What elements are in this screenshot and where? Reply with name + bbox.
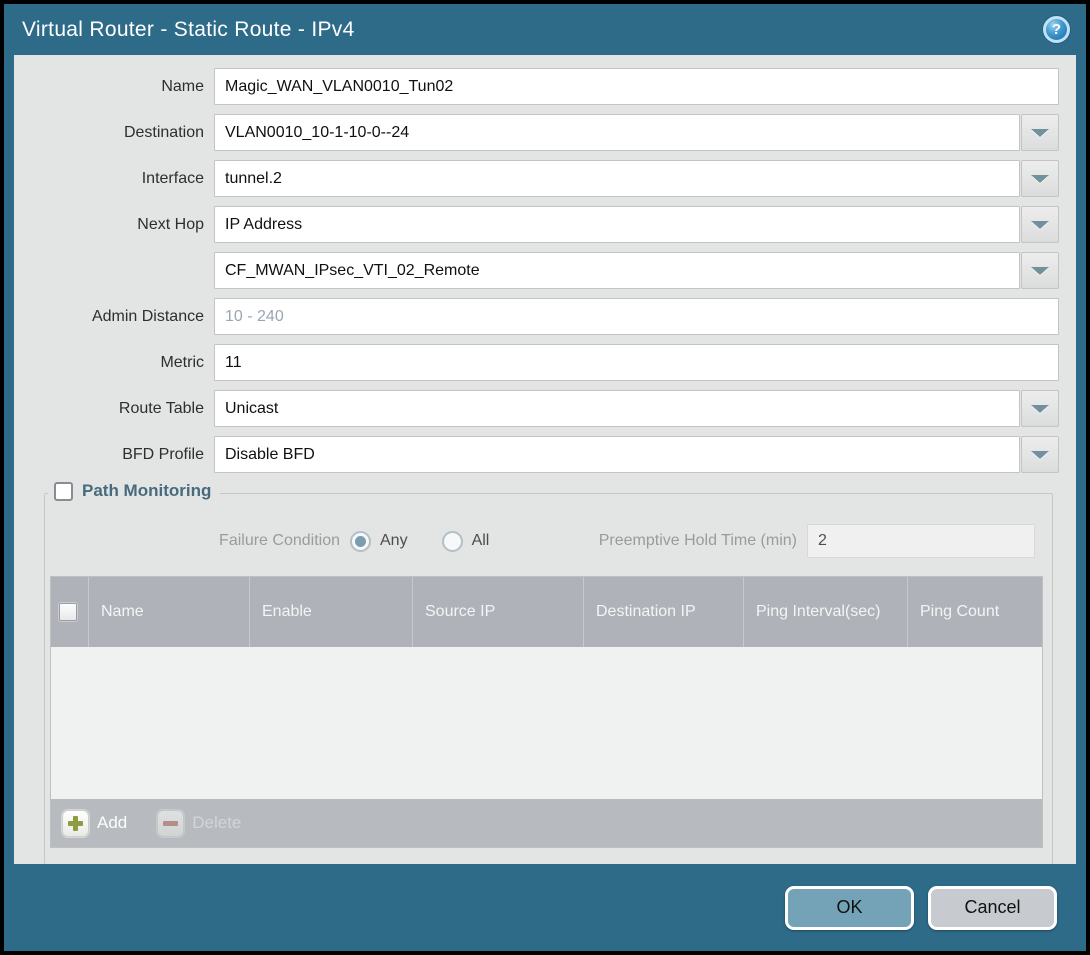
interface-label: Interface	[14, 160, 214, 197]
next-hop-address-dropdown-button[interactable]	[1021, 252, 1059, 289]
interface-row: Interface	[14, 160, 1059, 197]
admin-distance-row: Admin Distance	[14, 298, 1059, 335]
select-all-checkbox[interactable]	[59, 603, 77, 621]
table-header-row: Name Enable Source IP Destination IP Pin…	[51, 577, 1042, 647]
path-monitoring-table: Name Enable Source IP Destination IP Pin…	[50, 576, 1043, 848]
route-table-label: Route Table	[14, 390, 214, 427]
next-hop-label: Next Hop	[14, 206, 214, 243]
failure-condition-any-option[interactable]: Any	[350, 531, 408, 552]
plus-icon	[62, 810, 89, 837]
preemptive-hold-time-label: Preemptive Hold Time (min)	[565, 532, 807, 550]
chevron-down-icon	[1031, 129, 1049, 137]
name-label: Name	[14, 68, 214, 105]
add-button[interactable]: Add	[62, 810, 127, 837]
destination-dropdown-button[interactable]	[1021, 114, 1059, 151]
bfd-profile-row: BFD Profile	[14, 436, 1059, 473]
metric-row: Metric	[14, 344, 1059, 381]
failure-condition-all-option[interactable]: All	[442, 531, 490, 552]
path-monitoring-legend: Path Monitoring	[48, 481, 220, 501]
dialog-titlebar: Virtual Router - Static Route - IPv4 ?	[4, 4, 1086, 55]
name-input[interactable]	[214, 68, 1059, 105]
delete-button-label: Delete	[192, 813, 241, 833]
help-icon[interactable]: ?	[1043, 16, 1070, 43]
destination-row: Destination	[14, 114, 1059, 151]
table-body-empty	[51, 647, 1042, 799]
minus-icon	[157, 810, 184, 837]
path-monitoring-title: Path Monitoring	[82, 481, 211, 501]
delete-button[interactable]: Delete	[157, 810, 241, 837]
path-monitoring-checkbox[interactable]	[54, 482, 73, 501]
select-all-cell	[51, 577, 88, 647]
radio-any-icon[interactable]	[350, 531, 371, 552]
failure-condition-label: Failure Condition	[50, 532, 350, 550]
bfd-profile-dropdown-button[interactable]	[1021, 436, 1059, 473]
dialog-title: Virtual Router - Static Route - IPv4	[22, 18, 1043, 42]
radio-all-label: All	[472, 532, 490, 550]
path-monitoring-options-row: Failure Condition Any All Preemptive Hol…	[50, 524, 1035, 558]
next-hop-address-row	[14, 252, 1059, 289]
name-row: Name	[14, 68, 1059, 105]
destination-label: Destination	[14, 114, 214, 151]
next-hop-address-label	[14, 252, 214, 289]
column-header-enable[interactable]: Enable	[249, 577, 412, 647]
chevron-down-icon	[1031, 405, 1049, 413]
next-hop-type-input[interactable]	[214, 206, 1020, 243]
dialog-content: Name Destination Interface Next Hop	[14, 55, 1076, 864]
admin-distance-input[interactable]	[214, 298, 1059, 335]
chevron-down-icon	[1031, 221, 1049, 229]
column-header-name[interactable]: Name	[88, 577, 249, 647]
chevron-down-icon	[1031, 451, 1049, 459]
route-table-dropdown-button[interactable]	[1021, 390, 1059, 427]
bfd-profile-label: BFD Profile	[14, 436, 214, 473]
next-hop-address-input[interactable]	[214, 252, 1020, 289]
destination-input[interactable]	[214, 114, 1020, 151]
next-hop-row: Next Hop	[14, 206, 1059, 243]
metric-label: Metric	[14, 344, 214, 381]
table-toolbar: Add Delete	[51, 799, 1042, 847]
bfd-profile-input[interactable]	[214, 436, 1020, 473]
next-hop-type-dropdown-button[interactable]	[1021, 206, 1059, 243]
interface-input[interactable]	[214, 160, 1020, 197]
chevron-down-icon	[1031, 175, 1049, 183]
path-monitoring-section: Path Monitoring Failure Condition Any Al…	[44, 493, 1053, 864]
radio-any-label: Any	[380, 532, 408, 550]
add-button-label: Add	[97, 813, 127, 833]
column-header-source-ip[interactable]: Source IP	[412, 577, 583, 647]
column-header-ping-count[interactable]: Ping Count	[907, 577, 1042, 647]
metric-input[interactable]	[214, 344, 1059, 381]
chevron-down-icon	[1031, 267, 1049, 275]
interface-dropdown-button[interactable]	[1021, 160, 1059, 197]
cancel-button[interactable]: Cancel	[928, 886, 1057, 930]
failure-condition-radio-group: Any All	[350, 531, 565, 552]
preemptive-hold-time-input[interactable]	[807, 524, 1035, 558]
route-table-row: Route Table	[14, 390, 1059, 427]
route-table-input[interactable]	[214, 390, 1020, 427]
column-header-destination-ip[interactable]: Destination IP	[583, 577, 743, 647]
static-route-dialog: Virtual Router - Static Route - IPv4 ? N…	[0, 0, 1090, 955]
dialog-footer: OK Cancel	[4, 864, 1086, 951]
ok-button[interactable]: OK	[785, 886, 914, 930]
admin-distance-label: Admin Distance	[14, 298, 214, 335]
column-header-ping-interval[interactable]: Ping Interval(sec)	[743, 577, 907, 647]
radio-all-icon[interactable]	[442, 531, 463, 552]
